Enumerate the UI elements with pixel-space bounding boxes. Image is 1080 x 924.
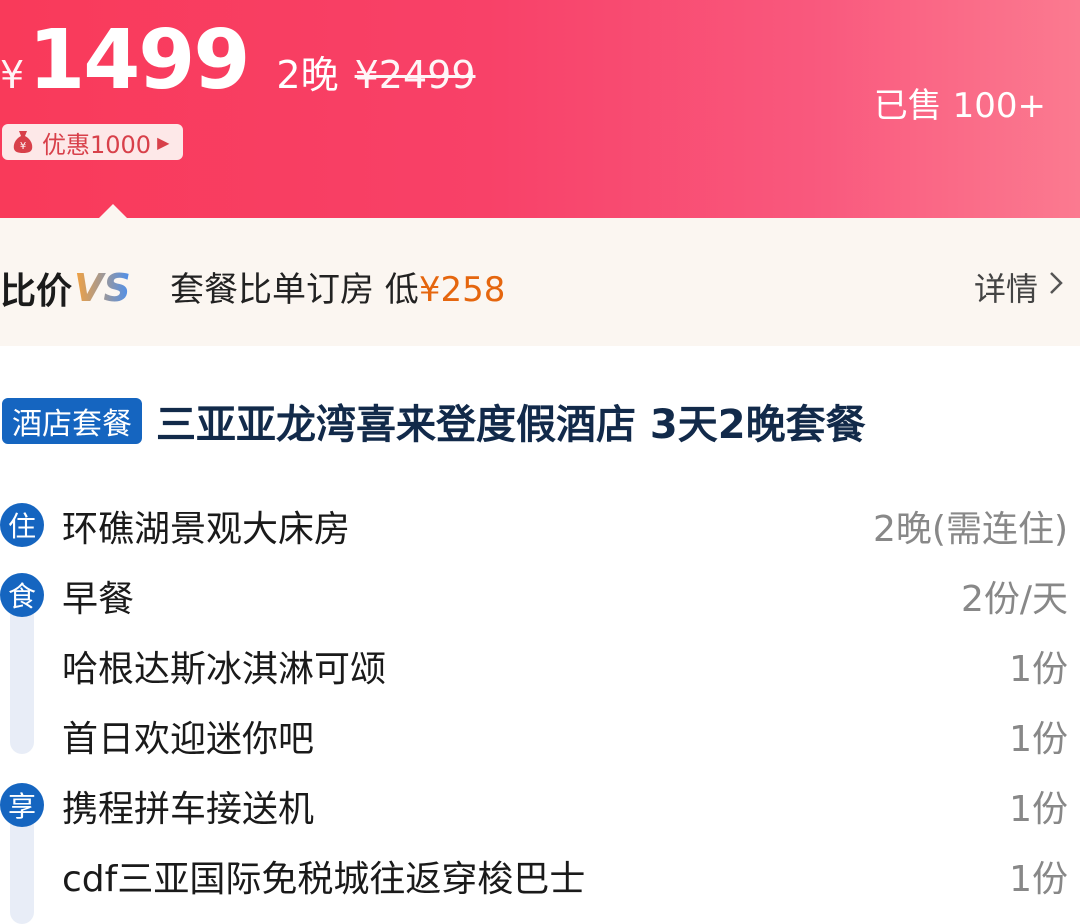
price-compare-bar[interactable]: [0, 218, 1080, 346]
item-quantity: 1份: [1009, 649, 1068, 690]
chevron-right-icon: [1048, 269, 1064, 305]
discount-label: 优惠1000: [42, 130, 152, 159]
compare-detail-label: 详情: [973, 270, 1038, 308]
money-bag-icon: ¥: [12, 130, 34, 154]
compare-detail-link[interactable]: 详情: [974, 264, 1064, 310]
list-item: cdf三亚国际免税城往返穿梭巴士 1份: [0, 836, 1080, 906]
list-item: 食 早餐 2份/天: [0, 556, 1080, 626]
compare-summary: 套餐比单订房 低¥258: [170, 262, 505, 311]
item-name: 哈根达斯冰淇淋可颂: [62, 649, 387, 690]
compare-logo: 比价 VS: [0, 262, 131, 314]
current-price: 1499: [28, 13, 250, 108]
compare-logo-text: 比价: [0, 271, 73, 312]
item-quantity: 1份: [1009, 859, 1068, 900]
perk-badge-icon: 享: [0, 783, 44, 827]
list-item: 首日欢迎迷你吧 1份: [0, 696, 1080, 766]
discount-badge[interactable]: ¥ 优惠1000 ▶: [2, 124, 184, 160]
list-item: 哈根达斯冰淇淋可颂 1份: [0, 626, 1080, 696]
item-quantity: 2晚(需连住): [873, 509, 1068, 550]
compare-summary-text: 套餐比单订房 低: [170, 270, 419, 310]
sold-count: 已售 100+: [873, 86, 1046, 126]
item-name: cdf三亚国际免税城往返穿梭巴士: [62, 859, 586, 900]
compare-notch: [98, 204, 128, 219]
original-price: ¥2499: [354, 53, 476, 97]
item-name: 携程拼车接送机: [62, 789, 315, 830]
list-item: 住 环礁湖景观大床房 2晚(需连住): [0, 486, 1080, 556]
item-quantity: 1份: [1009, 719, 1068, 760]
package-title: 三亚亚龙湾喜来登度假酒店 3天2晚套餐: [156, 402, 866, 448]
nights-count: 2晚: [276, 53, 339, 97]
item-quantity: 2份/天: [960, 579, 1068, 620]
list-item: 享 携程拼车接送机 1份: [0, 766, 1080, 836]
svg-text:¥: ¥: [20, 141, 26, 152]
cheaper-amount: ¥258: [418, 270, 506, 310]
item-name: 早餐: [62, 579, 135, 620]
price-banner: ¥ 1499 2晚 ¥2499 已售 100+ ¥ 优惠1000 ▶: [0, 0, 1080, 218]
food-badge-icon: 食: [0, 573, 44, 617]
stay-badge-icon: 住: [0, 503, 44, 547]
currency-symbol: ¥: [0, 53, 25, 97]
item-name: 环礁湖景观大床房: [62, 509, 351, 550]
hotel-package-tag: 酒店套餐: [2, 398, 142, 444]
price-row: ¥ 1499 2晚 ¥2499: [0, 20, 476, 102]
triangle-right-icon: ▶: [157, 132, 170, 152]
package-title-row: 酒店套餐 三亚亚龙湾喜来登度假酒店 3天2晚套餐: [0, 392, 1080, 450]
item-quantity: 1份: [1009, 789, 1068, 830]
vs-logo: VS: [74, 266, 131, 310]
item-name: 首日欢迎迷你吧: [62, 719, 315, 760]
